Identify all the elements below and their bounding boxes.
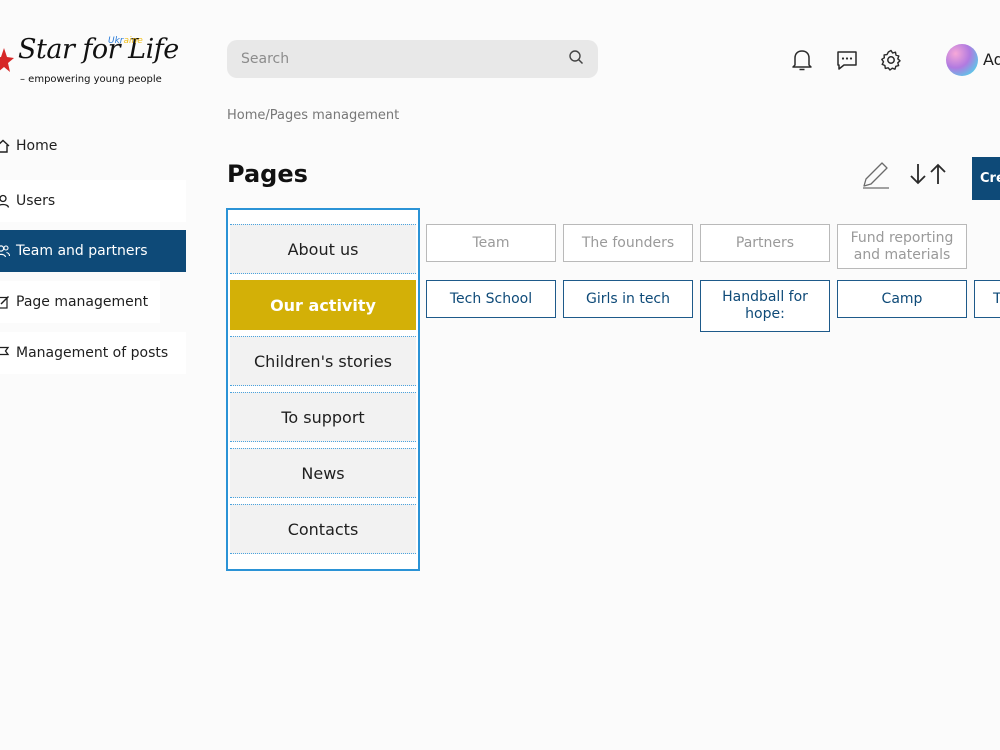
sidebar-item-page-management[interactable]: Page management [0, 281, 160, 323]
search-input[interactable] [241, 51, 541, 67]
pencil-icon[interactable] [860, 156, 892, 192]
subpage-chip-handball-for-hope[interactable]: Handball for hope: [700, 280, 830, 332]
chat-icon[interactable] [831, 44, 863, 76]
logo-tagline: – empowering young people [20, 74, 162, 85]
logo-name: Star for Life [18, 34, 179, 65]
avatar[interactable] [946, 44, 978, 76]
sidebar-item-label: Team and partners [16, 243, 148, 259]
logo[interactable]: Star for Life Ukraine – empowering young… [0, 34, 179, 94]
sidebar-item-label: Users [16, 193, 56, 209]
edit-icon [0, 295, 10, 309]
subpage-chip-camp[interactable]: Camp [837, 280, 967, 318]
subpage-chip-partial[interactable]: T [974, 280, 1000, 318]
users-icon [0, 244, 10, 258]
search-bar [227, 40, 598, 78]
bell-icon[interactable] [786, 44, 818, 76]
logo-ukraine: Ukraine [108, 36, 143, 46]
page-item-contacts[interactable]: Contacts [230, 504, 416, 554]
breadcrumb: Home/Pages management [227, 108, 400, 123]
home-icon [0, 139, 10, 153]
subpage-chip-girls-in-tech[interactable]: Girls in tech [563, 280, 693, 318]
gear-icon[interactable] [875, 44, 907, 76]
page-item-to-support[interactable]: To support [230, 392, 416, 442]
subpage-chip-tech-school[interactable]: Tech School [426, 280, 556, 318]
page-root: Star for Life Ukraine – empowering young… [0, 0, 1000, 750]
sidebar-item-home[interactable]: Home [0, 125, 160, 167]
subpage-chip-the-founders[interactable]: The founders [563, 224, 693, 262]
page-item-childrens-stories[interactable]: Children's stories [230, 336, 416, 386]
sidebar-item-team-and-partners[interactable]: Team and partners [0, 230, 186, 272]
flag-icon [0, 346, 10, 360]
sidebar-item-users[interactable]: Users [0, 180, 186, 222]
user-icon [0, 194, 10, 208]
page-item-news[interactable]: News [230, 448, 416, 498]
sidebar-item-label: Home [16, 138, 58, 154]
search-icon[interactable] [568, 49, 584, 69]
sort-icon[interactable] [908, 156, 948, 192]
sidebar-item-label: Management of posts [16, 345, 169, 361]
page-item-about-us[interactable]: About us [230, 224, 416, 274]
pages-list: About us Our activity Children's stories… [226, 208, 420, 571]
subpage-chip-fund-reporting[interactable]: Fund reporting and materials [837, 224, 967, 269]
subpage-chip-partners[interactable]: Partners [700, 224, 830, 262]
page-item-our-activity[interactable]: Our activity [230, 280, 416, 330]
subpage-chip-team[interactable]: Team [426, 224, 556, 262]
create-button[interactable]: Cre [972, 157, 1000, 200]
star-logo-icon [0, 48, 14, 72]
user-name[interactable]: Ad [983, 50, 1000, 69]
sidebar-item-label: Page management [16, 294, 149, 310]
page-title: Pages [227, 160, 308, 188]
sidebar-item-management-of-posts[interactable]: Management of posts [0, 332, 186, 374]
